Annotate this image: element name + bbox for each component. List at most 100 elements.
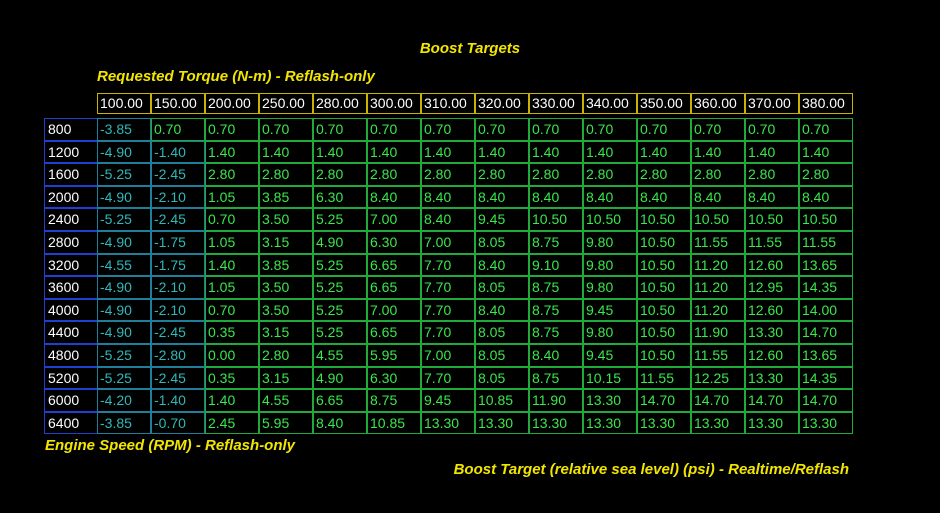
table-cell[interactable]: 1.40 (583, 140, 637, 164)
table-cell[interactable]: 0.70 (367, 118, 421, 141)
table-cell[interactable]: 5.25 (313, 208, 367, 231)
table-cell[interactable]: 13.30 (421, 411, 475, 435)
table-cell[interactable]: 6.30 (367, 230, 421, 254)
column-header-cell[interactable]: 340.00 (583, 93, 637, 114)
table-cell[interactable]: -1.75 (151, 230, 205, 254)
table-cell[interactable]: 1.40 (313, 140, 367, 164)
table-cell[interactable]: 1.40 (205, 140, 259, 164)
table-cell[interactable]: 7.00 (367, 298, 421, 322)
table-cell[interactable]: 2.80 (637, 163, 691, 186)
table-cell[interactable]: 12.60 (745, 253, 799, 277)
table-cell[interactable]: 4.90 (313, 230, 367, 254)
table-cell[interactable]: 2.80 (421, 163, 475, 186)
table-cell[interactable]: 9.80 (583, 230, 637, 254)
table-cell[interactable]: 8.40 (529, 343, 583, 367)
table-cell[interactable]: 14.70 (637, 389, 691, 412)
table-cell[interactable]: 6.65 (367, 276, 421, 299)
table-cell[interactable]: 10.50 (583, 208, 637, 231)
table-cell[interactable]: 1.05 (205, 230, 259, 254)
table-cell[interactable]: 4.55 (259, 389, 313, 412)
table-cell[interactable]: 0.00 (205, 343, 259, 367)
table-cell[interactable]: 13.65 (799, 343, 853, 367)
table-cell[interactable]: 1.05 (205, 276, 259, 299)
column-header-cell[interactable]: 380.00 (799, 93, 853, 114)
row-header-cell[interactable]: 1200 (44, 140, 97, 164)
table-cell[interactable]: 2.80 (475, 163, 529, 186)
table-cell[interactable]: -4.55 (97, 253, 151, 277)
table-cell[interactable]: 8.40 (313, 411, 367, 435)
table-cell[interactable]: 0.70 (745, 118, 799, 141)
row-header-cell[interactable]: 3600 (44, 276, 97, 299)
table-cell[interactable]: 9.45 (475, 208, 529, 231)
table-cell[interactable]: -1.75 (151, 253, 205, 277)
table-cell[interactable]: 8.75 (529, 321, 583, 344)
table-cell[interactable]: 7.70 (421, 366, 475, 390)
table-cell[interactable]: 8.05 (475, 343, 529, 367)
table-cell[interactable]: 11.55 (799, 230, 853, 254)
table-cell[interactable]: 13.65 (799, 253, 853, 277)
column-header-cell[interactable]: 360.00 (691, 93, 745, 114)
table-cell[interactable]: 13.30 (745, 366, 799, 390)
table-cell[interactable]: 14.70 (799, 321, 853, 344)
table-cell[interactable]: 14.70 (691, 389, 745, 412)
table-cell[interactable]: -5.25 (97, 366, 151, 390)
table-cell[interactable]: 1.40 (745, 140, 799, 164)
table-cell[interactable]: 3.85 (259, 253, 313, 277)
table-cell[interactable]: 6.65 (313, 389, 367, 412)
table-cell[interactable]: 8.40 (421, 208, 475, 231)
table-cell[interactable]: -5.25 (97, 208, 151, 231)
table-cell[interactable]: 11.90 (529, 389, 583, 412)
table-cell[interactable]: 11.20 (691, 253, 745, 277)
table-cell[interactable]: 0.70 (313, 118, 367, 141)
table-cell[interactable]: -5.25 (97, 163, 151, 186)
table-cell[interactable]: -4.90 (97, 140, 151, 164)
table-cell[interactable]: 1.40 (205, 253, 259, 277)
table-cell[interactable]: 1.40 (421, 140, 475, 164)
table-cell[interactable]: 1.40 (205, 389, 259, 412)
table-cell[interactable]: 7.00 (421, 230, 475, 254)
table-cell[interactable]: 4.90 (313, 366, 367, 390)
table-cell[interactable]: 14.35 (799, 366, 853, 390)
table-cell[interactable]: 12.60 (745, 343, 799, 367)
table-cell[interactable]: -2.45 (151, 208, 205, 231)
table-cell[interactable]: 9.80 (583, 253, 637, 277)
table-cell[interactable]: 3.85 (259, 185, 313, 209)
table-cell[interactable]: -2.10 (151, 185, 205, 209)
row-header-cell[interactable]: 4000 (44, 298, 97, 322)
table-cell[interactable]: 10.50 (637, 253, 691, 277)
table-cell[interactable]: -4.20 (97, 389, 151, 412)
table-cell[interactable]: 8.40 (475, 185, 529, 209)
table-cell[interactable]: 3.50 (259, 298, 313, 322)
table-cell[interactable]: 6.30 (313, 185, 367, 209)
table-cell[interactable]: 10.85 (367, 411, 421, 435)
table-cell[interactable]: 2.80 (205, 163, 259, 186)
table-cell[interactable]: 2.80 (529, 163, 583, 186)
table-cell[interactable]: 7.70 (421, 253, 475, 277)
table-cell[interactable]: 2.80 (691, 163, 745, 186)
table-cell[interactable]: 8.75 (529, 298, 583, 322)
table-cell[interactable]: 8.40 (475, 298, 529, 322)
table-cell[interactable]: 8.05 (475, 276, 529, 299)
table-cell[interactable]: 2.80 (259, 163, 313, 186)
table-cell[interactable]: 2.80 (583, 163, 637, 186)
table-cell[interactable]: 10.85 (475, 389, 529, 412)
row-header-cell[interactable]: 3200 (44, 253, 97, 277)
row-header-cell[interactable]: 800 (44, 118, 97, 141)
table-cell[interactable]: 12.60 (745, 298, 799, 322)
table-cell[interactable]: 0.70 (637, 118, 691, 141)
table-cell[interactable]: 5.25 (313, 253, 367, 277)
table-cell[interactable]: 10.50 (637, 343, 691, 367)
table-cell[interactable]: 3.50 (259, 276, 313, 299)
table-cell[interactable]: 0.70 (421, 118, 475, 141)
table-cell[interactable]: 7.70 (421, 298, 475, 322)
column-header-cell[interactable]: 370.00 (745, 93, 799, 114)
table-cell[interactable]: 0.70 (151, 118, 205, 141)
table-cell[interactable]: 0.70 (205, 208, 259, 231)
table-cell[interactable]: 14.00 (799, 298, 853, 322)
row-header-cell[interactable]: 2000 (44, 185, 97, 209)
table-cell[interactable]: 5.25 (313, 298, 367, 322)
table-cell[interactable]: -1.40 (151, 389, 205, 412)
table-cell[interactable]: 5.95 (367, 343, 421, 367)
column-header-cell[interactable]: 280.00 (313, 93, 367, 114)
table-cell[interactable]: 8.40 (691, 185, 745, 209)
